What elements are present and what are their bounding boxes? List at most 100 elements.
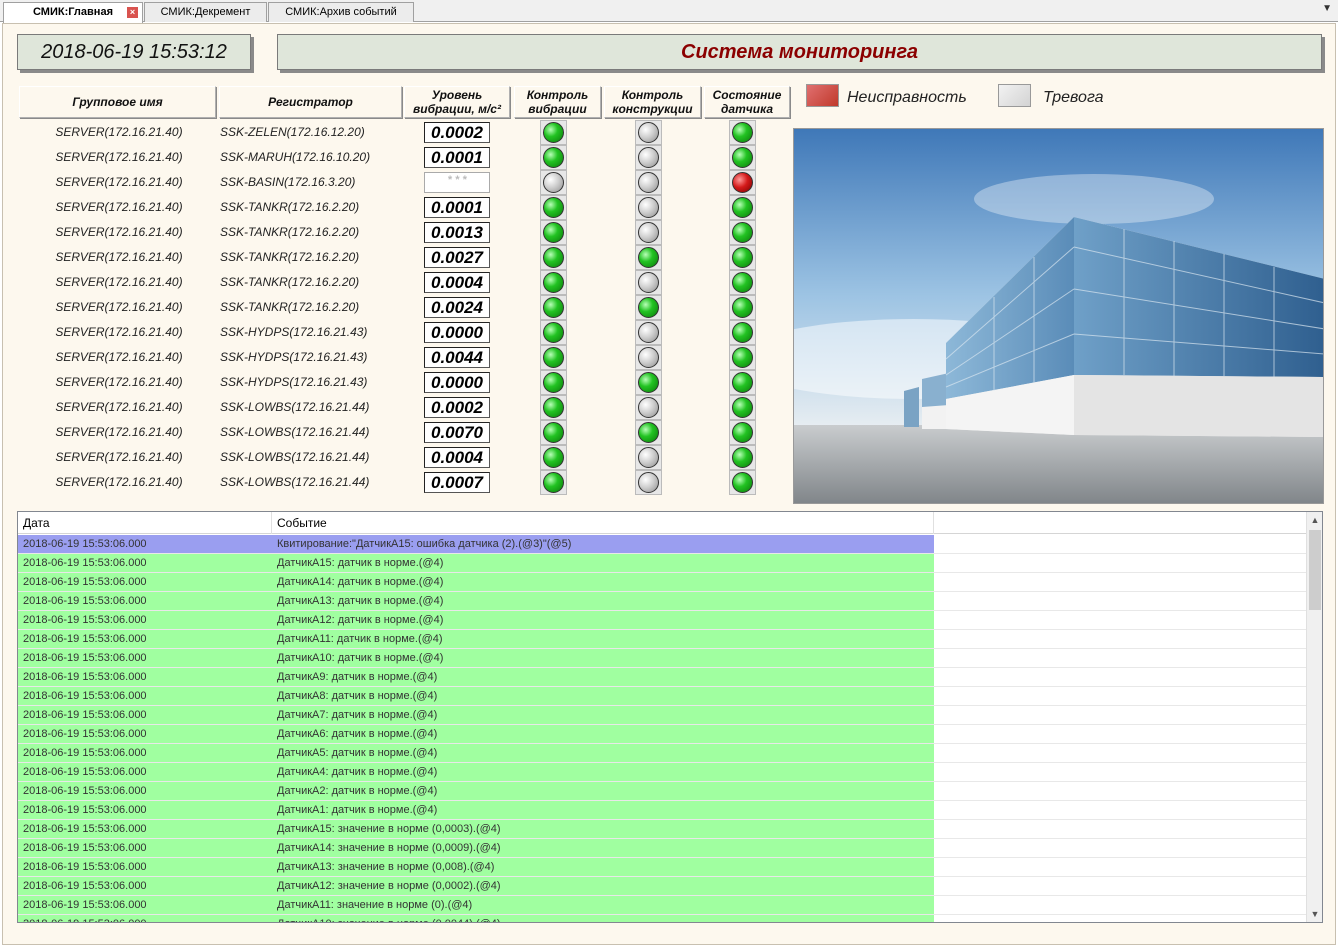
sensor-state-indicator[interactable]	[732, 322, 753, 343]
event-row[interactable]: 2018-06-19 15:53:06.000 ДатчикА6: датчик …	[18, 725, 1308, 744]
structure-control-indicator[interactable]	[638, 122, 659, 143]
structure-control-indicator[interactable]	[638, 297, 659, 318]
sensor-state-indicator[interactable]	[732, 222, 753, 243]
close-icon[interactable]: ×	[127, 7, 138, 18]
scroll-up-icon[interactable]: ▲	[1307, 512, 1322, 528]
sensor-state-indicator[interactable]	[732, 122, 753, 143]
events-header: Дата Событие	[18, 512, 1308, 534]
sensor-state-indicator-frame	[729, 370, 756, 395]
event-row[interactable]: 2018-06-19 15:53:06.000 ДатчикА11: датчик…	[18, 630, 1308, 649]
event-date-cell: 2018-06-19 15:53:06.000	[18, 592, 272, 610]
structure-control-indicator[interactable]	[638, 472, 659, 493]
structure-control-indicator[interactable]	[638, 347, 659, 368]
vibration-control-indicator[interactable]	[543, 322, 564, 343]
event-row[interactable]: 2018-06-19 15:53:06.000 ДатчикА1: датчик …	[18, 801, 1308, 820]
structure-control-indicator[interactable]	[638, 197, 659, 218]
vibration-control-indicator[interactable]	[543, 397, 564, 418]
scroll-thumb[interactable]	[1309, 530, 1321, 610]
sensor-state-indicator[interactable]	[732, 372, 753, 393]
event-row[interactable]: 2018-06-19 15:53:06.000 ДатчикА5: датчик …	[18, 744, 1308, 763]
structure-control-indicator[interactable]	[638, 447, 659, 468]
structure-control-indicator-frame	[635, 145, 662, 170]
event-row[interactable]: 2018-06-19 15:53:06.000 ДатчикА8: датчик …	[18, 687, 1308, 706]
vibration-control-indicator-frame	[540, 195, 567, 220]
tab-main[interactable]: СМИК:Главная ×	[3, 2, 143, 23]
sensor-state-indicator[interactable]	[732, 347, 753, 368]
event-row[interactable]: 2018-06-19 15:53:06.000ДатчикА10: значен…	[18, 915, 1308, 922]
event-row[interactable]: 2018-06-19 15:53:06.000 ДатчикА13: датчик…	[18, 592, 1308, 611]
sensor-state-indicator[interactable]	[732, 422, 753, 443]
vibration-control-indicator-frame	[540, 470, 567, 495]
events-column-date[interactable]: Дата	[18, 512, 272, 534]
vibration-value: 0.0002	[424, 122, 490, 143]
event-text-cell: ДатчикА13: датчик в норме.(@4)	[272, 592, 934, 610]
structure-control-indicator[interactable]	[638, 422, 659, 443]
sensor-state-indicator[interactable]	[732, 297, 753, 318]
tab-list-dropdown-icon[interactable]: ▼	[1322, 3, 1332, 14]
scroll-down-icon[interactable]: ▼	[1307, 906, 1322, 922]
vibration-control-indicator[interactable]	[543, 247, 564, 268]
sensor-row: SERVER(172.16.21.40) SSK-LOWBS(172.16.21.…	[3, 445, 793, 470]
vibration-control-indicator[interactable]	[543, 447, 564, 468]
structure-control-indicator[interactable]	[638, 247, 659, 268]
event-row[interactable]: 2018-06-19 15:53:06.000 ДатчикА12: значен…	[18, 877, 1308, 896]
event-row[interactable]: 2018-06-19 15:53:06.000 ДатчикА15: значен…	[18, 820, 1308, 839]
structure-control-indicator-frame	[635, 245, 662, 270]
event-date-cell: 2018-06-19 15:53:06.000	[18, 858, 272, 876]
vibration-control-indicator[interactable]	[543, 222, 564, 243]
sensor-state-indicator[interactable]	[732, 147, 753, 168]
structure-control-indicator[interactable]	[638, 397, 659, 418]
event-row[interactable]: 2018-06-19 15:53:06.000 ДатчикА15: датчик…	[18, 554, 1308, 573]
sensor-state-indicator-frame	[729, 145, 756, 170]
event-row[interactable]: 2018-06-19 15:53:06.000 ДатчикА7: датчик …	[18, 706, 1308, 725]
event-row[interactable]: 2018-06-19 15:53:06.000 ДатчикА10: датчик…	[18, 649, 1308, 668]
sensor-state-indicator[interactable]	[732, 172, 753, 193]
event-row[interactable]: 2018-06-19 15:53:06.000 ДатчикА4: датчик …	[18, 763, 1308, 782]
event-date-cell: 2018-06-19 15:53:06.000	[18, 877, 272, 895]
vibration-control-indicator-frame	[540, 120, 567, 145]
event-row[interactable]: 2018-06-19 15:53:06.000 ДатчикА13: значен…	[18, 858, 1308, 877]
vibration-control-indicator-frame	[540, 395, 567, 420]
vibration-control-indicator[interactable]	[543, 147, 564, 168]
sensor-state-indicator-frame	[729, 245, 756, 270]
vibration-control-indicator[interactable]	[543, 122, 564, 143]
vibration-control-indicator[interactable]	[543, 297, 564, 318]
sensor-state-indicator[interactable]	[732, 472, 753, 493]
structure-control-indicator[interactable]	[638, 147, 659, 168]
structure-control-indicator[interactable]	[638, 322, 659, 343]
tab-decrement[interactable]: СМИК:Декремент	[144, 2, 267, 22]
sensor-state-indicator[interactable]	[732, 247, 753, 268]
event-row[interactable]: 2018-06-19 15:53:06.000 ДатчикА12: датчик…	[18, 611, 1308, 630]
event-row[interactable]: 2018-06-19 15:53:06.000 ДатчикА11: значен…	[18, 896, 1308, 915]
vibration-control-indicator-frame	[540, 320, 567, 345]
events-scrollbar[interactable]: ▲ ▼	[1306, 512, 1322, 922]
page-title: Система мониторинга	[277, 34, 1322, 70]
events-column-event[interactable]: Событие	[272, 512, 934, 534]
sensor-state-indicator[interactable]	[732, 197, 753, 218]
sensor-state-indicator[interactable]	[732, 272, 753, 293]
vibration-control-indicator[interactable]	[543, 347, 564, 368]
event-row[interactable]: 2018-06-19 15:53:06.000 Квитирование:"Дат…	[18, 535, 1308, 554]
vibration-control-indicator[interactable]	[543, 172, 564, 193]
sensor-state-indicator[interactable]	[732, 397, 753, 418]
events-table[interactable]: Дата Событие 2018-06-19 15:53:06.000 Квит…	[17, 511, 1323, 923]
event-row[interactable]: 2018-06-19 15:53:06.000 ДатчикА14: значен…	[18, 839, 1308, 858]
registrar-cell: SSK-LOWBS(172.16.21.44)	[220, 450, 370, 464]
event-date-cell: 2018-06-19 15:53:06.000	[18, 820, 272, 838]
vibration-control-indicator[interactable]	[543, 422, 564, 443]
vibration-control-indicator[interactable]	[543, 272, 564, 293]
structure-control-indicator[interactable]	[638, 172, 659, 193]
event-row[interactable]: 2018-06-19 15:53:06.000 ДатчикА2: датчик …	[18, 782, 1308, 801]
event-row[interactable]: 2018-06-19 15:53:06.000 ДатчикА14: датчик…	[18, 573, 1308, 592]
event-text-cell: ДатчикА9: датчик в норме.(@4)	[272, 668, 934, 686]
vibration-control-indicator[interactable]	[543, 372, 564, 393]
structure-control-indicator[interactable]	[638, 272, 659, 293]
structure-control-indicator[interactable]	[638, 222, 659, 243]
vibration-control-indicator[interactable]	[543, 197, 564, 218]
tab-event-archive[interactable]: СМИК:Архив событий	[268, 2, 414, 22]
registrar-cell: SSK-HYDPS(172.16.21.43)	[220, 350, 368, 364]
sensor-state-indicator[interactable]	[732, 447, 753, 468]
event-row[interactable]: 2018-06-19 15:53:06.000 ДатчикА9: датчик …	[18, 668, 1308, 687]
structure-control-indicator[interactable]	[638, 372, 659, 393]
vibration-control-indicator[interactable]	[543, 472, 564, 493]
